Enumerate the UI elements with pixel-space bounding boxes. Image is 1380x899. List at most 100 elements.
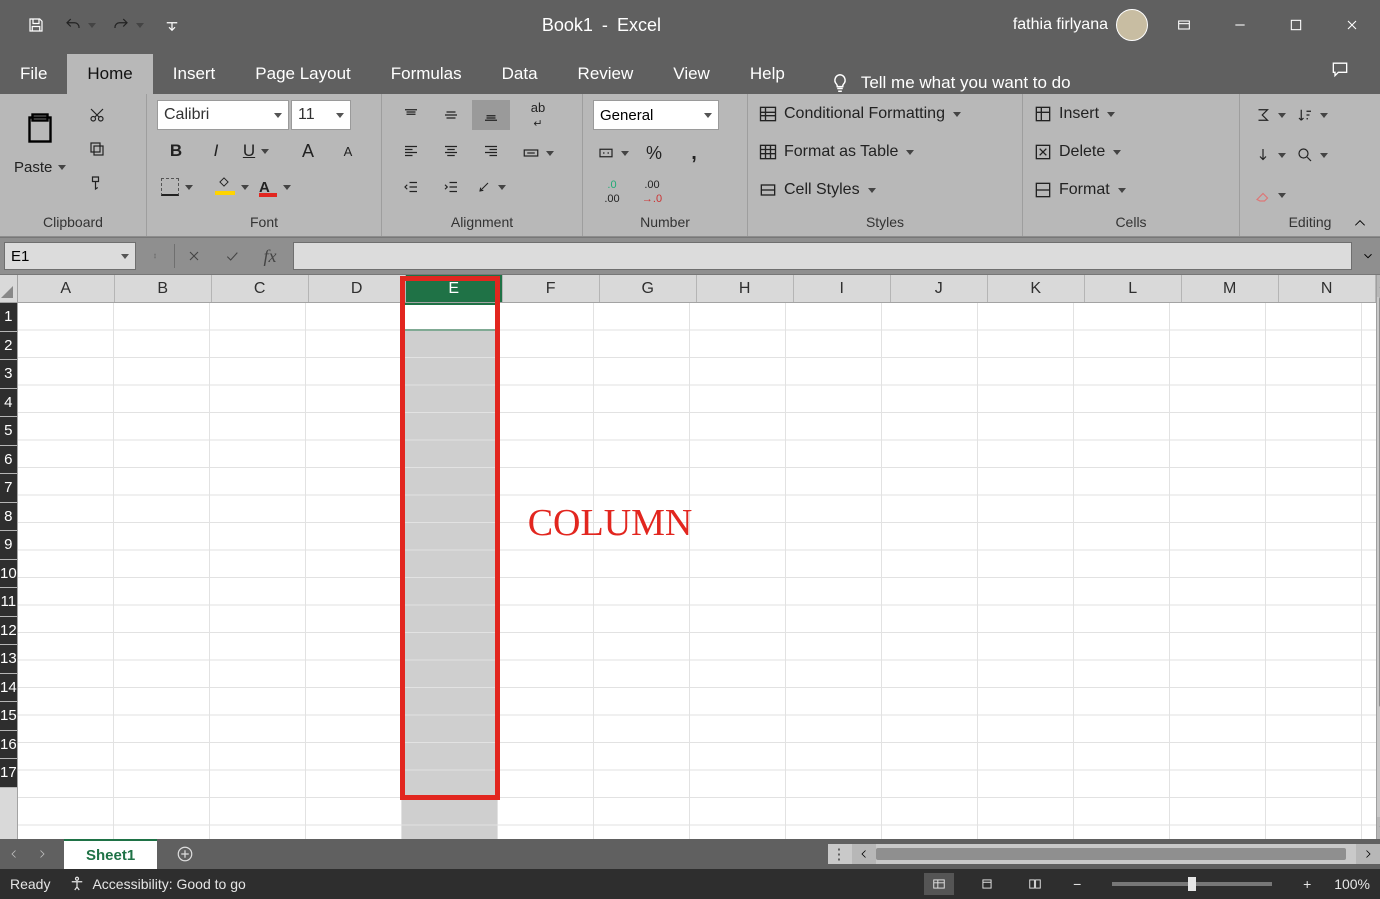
row-header-11[interactable]: 11 xyxy=(0,588,17,617)
tab-formulas[interactable]: Formulas xyxy=(371,54,482,94)
redo-button[interactable] xyxy=(106,10,150,40)
decrease-indent-button[interactable] xyxy=(392,172,430,202)
comma-style-button[interactable]: , xyxy=(675,138,713,168)
column-header-E[interactable]: E xyxy=(406,275,503,302)
cells-area[interactable]: COLUMN xyxy=(18,303,1376,839)
maximize-button[interactable] xyxy=(1268,0,1324,50)
merge-center-button[interactable] xyxy=(518,138,558,168)
row-header-4[interactable]: 4 xyxy=(0,389,17,418)
close-button[interactable] xyxy=(1324,0,1380,50)
zoom-slider[interactable] xyxy=(1112,882,1272,886)
page-layout-view-button[interactable] xyxy=(972,873,1002,895)
sheet-tab-active[interactable]: Sheet1 xyxy=(64,839,157,869)
tab-insert[interactable]: Insert xyxy=(153,54,236,94)
column-header-B[interactable]: B xyxy=(115,275,212,302)
insert-cells-button[interactable]: Insert xyxy=(1033,100,1126,128)
align-bottom-button[interactable] xyxy=(472,100,510,130)
minimize-button[interactable] xyxy=(1212,0,1268,50)
sort-filter-button[interactable] xyxy=(1292,100,1332,130)
align-left-button[interactable] xyxy=(392,136,430,166)
save-icon[interactable] xyxy=(18,9,54,41)
font-color-button[interactable]: A xyxy=(255,172,295,202)
accessibility-status[interactable]: Accessibility: Good to go xyxy=(68,875,245,893)
row-header-15[interactable]: 15 xyxy=(0,702,17,731)
orientation-button[interactable] xyxy=(472,172,510,202)
row-header-3[interactable]: 3 xyxy=(0,360,17,389)
row-header-10[interactable]: 10 xyxy=(0,560,17,589)
tab-data[interactable]: Data xyxy=(482,54,558,94)
decrease-font-size-button[interactable]: A xyxy=(329,136,367,166)
borders-button[interactable] xyxy=(157,172,197,202)
font-size-select[interactable]: 11 xyxy=(291,100,351,130)
cell-styles-button[interactable]: Cell Styles xyxy=(758,176,961,204)
paste-label[interactable]: Paste xyxy=(10,156,70,178)
account-area[interactable]: fathia firlyana xyxy=(1013,9,1156,41)
select-all-button[interactable] xyxy=(0,275,17,303)
tab-home[interactable]: Home xyxy=(67,54,152,94)
row-header-17[interactable]: 17 xyxy=(0,759,17,788)
insert-function-button[interactable]: fx xyxy=(251,238,289,274)
horizontal-scrollbar[interactable]: ⋮ xyxy=(828,844,1380,864)
format-painter-button[interactable] xyxy=(78,168,116,198)
horizontal-scroll-thumb[interactable] xyxy=(876,848,1346,860)
name-box[interactable]: E1 xyxy=(4,242,136,270)
delete-cells-button[interactable]: Delete xyxy=(1033,138,1126,166)
column-header-K[interactable]: K xyxy=(988,275,1085,302)
tab-file[interactable]: File xyxy=(0,54,67,94)
row-header-13[interactable]: 13 xyxy=(0,645,17,674)
clear-button[interactable] xyxy=(1250,180,1290,210)
undo-button[interactable] xyxy=(58,10,102,40)
row-header-14[interactable]: 14 xyxy=(0,674,17,703)
page-break-view-button[interactable] xyxy=(1020,873,1050,895)
cancel-entry-button[interactable] xyxy=(175,238,213,274)
zoom-level[interactable]: 100% xyxy=(1334,876,1370,892)
zoom-out-button[interactable]: − xyxy=(1068,876,1086,892)
expand-formula-bar-icon[interactable] xyxy=(1356,249,1380,263)
column-header-F[interactable]: F xyxy=(503,275,600,302)
number-format-select[interactable]: General xyxy=(593,100,719,130)
column-header-J[interactable]: J xyxy=(891,275,988,302)
row-header-8[interactable]: 8 xyxy=(0,503,17,532)
tab-page-layout[interactable]: Page Layout xyxy=(235,54,370,94)
conditional-formatting-button[interactable]: Conditional Formatting xyxy=(758,100,961,128)
tab-help[interactable]: Help xyxy=(730,54,805,94)
name-box-more-icon[interactable] xyxy=(136,238,174,274)
copy-button[interactable] xyxy=(78,134,116,164)
sheet-nav-prev-icon[interactable] xyxy=(0,839,28,869)
increase-decimal-button[interactable]: .0.00 xyxy=(593,176,631,208)
zoom-in-button[interactable]: + xyxy=(1298,876,1316,892)
row-header-9[interactable]: 9 xyxy=(0,531,17,560)
fill-color-button[interactable] xyxy=(211,172,253,202)
tab-view[interactable]: View xyxy=(653,54,730,94)
align-top-button[interactable] xyxy=(392,100,430,130)
paste-button[interactable] xyxy=(17,100,63,156)
row-header-1[interactable]: 1 xyxy=(0,303,17,332)
align-middle-button[interactable] xyxy=(432,100,470,130)
autosum-button[interactable] xyxy=(1250,100,1290,130)
column-header-L[interactable]: L xyxy=(1085,275,1182,302)
format-as-table-button[interactable]: Format as Table xyxy=(758,138,961,166)
column-header-D[interactable]: D xyxy=(309,275,406,302)
italic-button[interactable]: I xyxy=(197,136,235,166)
wrap-text-button[interactable]: ab↵ xyxy=(518,100,558,132)
scroll-left-icon[interactable] xyxy=(852,844,876,864)
increase-indent-button[interactable] xyxy=(432,172,470,202)
column-header-I[interactable]: I xyxy=(794,275,891,302)
enter-entry-button[interactable] xyxy=(213,238,251,274)
column-header-M[interactable]: M xyxy=(1182,275,1279,302)
row-header-12[interactable]: 12 xyxy=(0,617,17,646)
bold-button[interactable]: B xyxy=(157,136,195,166)
vertical-scrollbar[interactable] xyxy=(1376,275,1380,839)
fill-button[interactable] xyxy=(1250,140,1290,170)
sheet-nav-next-icon[interactable] xyxy=(28,839,56,869)
accounting-format-button[interactable] xyxy=(593,138,633,168)
underline-button[interactable]: U xyxy=(237,136,275,166)
tab-review[interactable]: Review xyxy=(558,54,654,94)
formula-input[interactable] xyxy=(293,242,1352,270)
column-header-G[interactable]: G xyxy=(600,275,697,302)
normal-view-button[interactable] xyxy=(924,873,954,895)
font-name-select[interactable]: Calibri xyxy=(157,100,289,130)
column-header-A[interactable]: A xyxy=(18,275,115,302)
scroll-right-icon[interactable] xyxy=(1356,844,1380,864)
qat-customize-icon[interactable] xyxy=(154,9,190,41)
